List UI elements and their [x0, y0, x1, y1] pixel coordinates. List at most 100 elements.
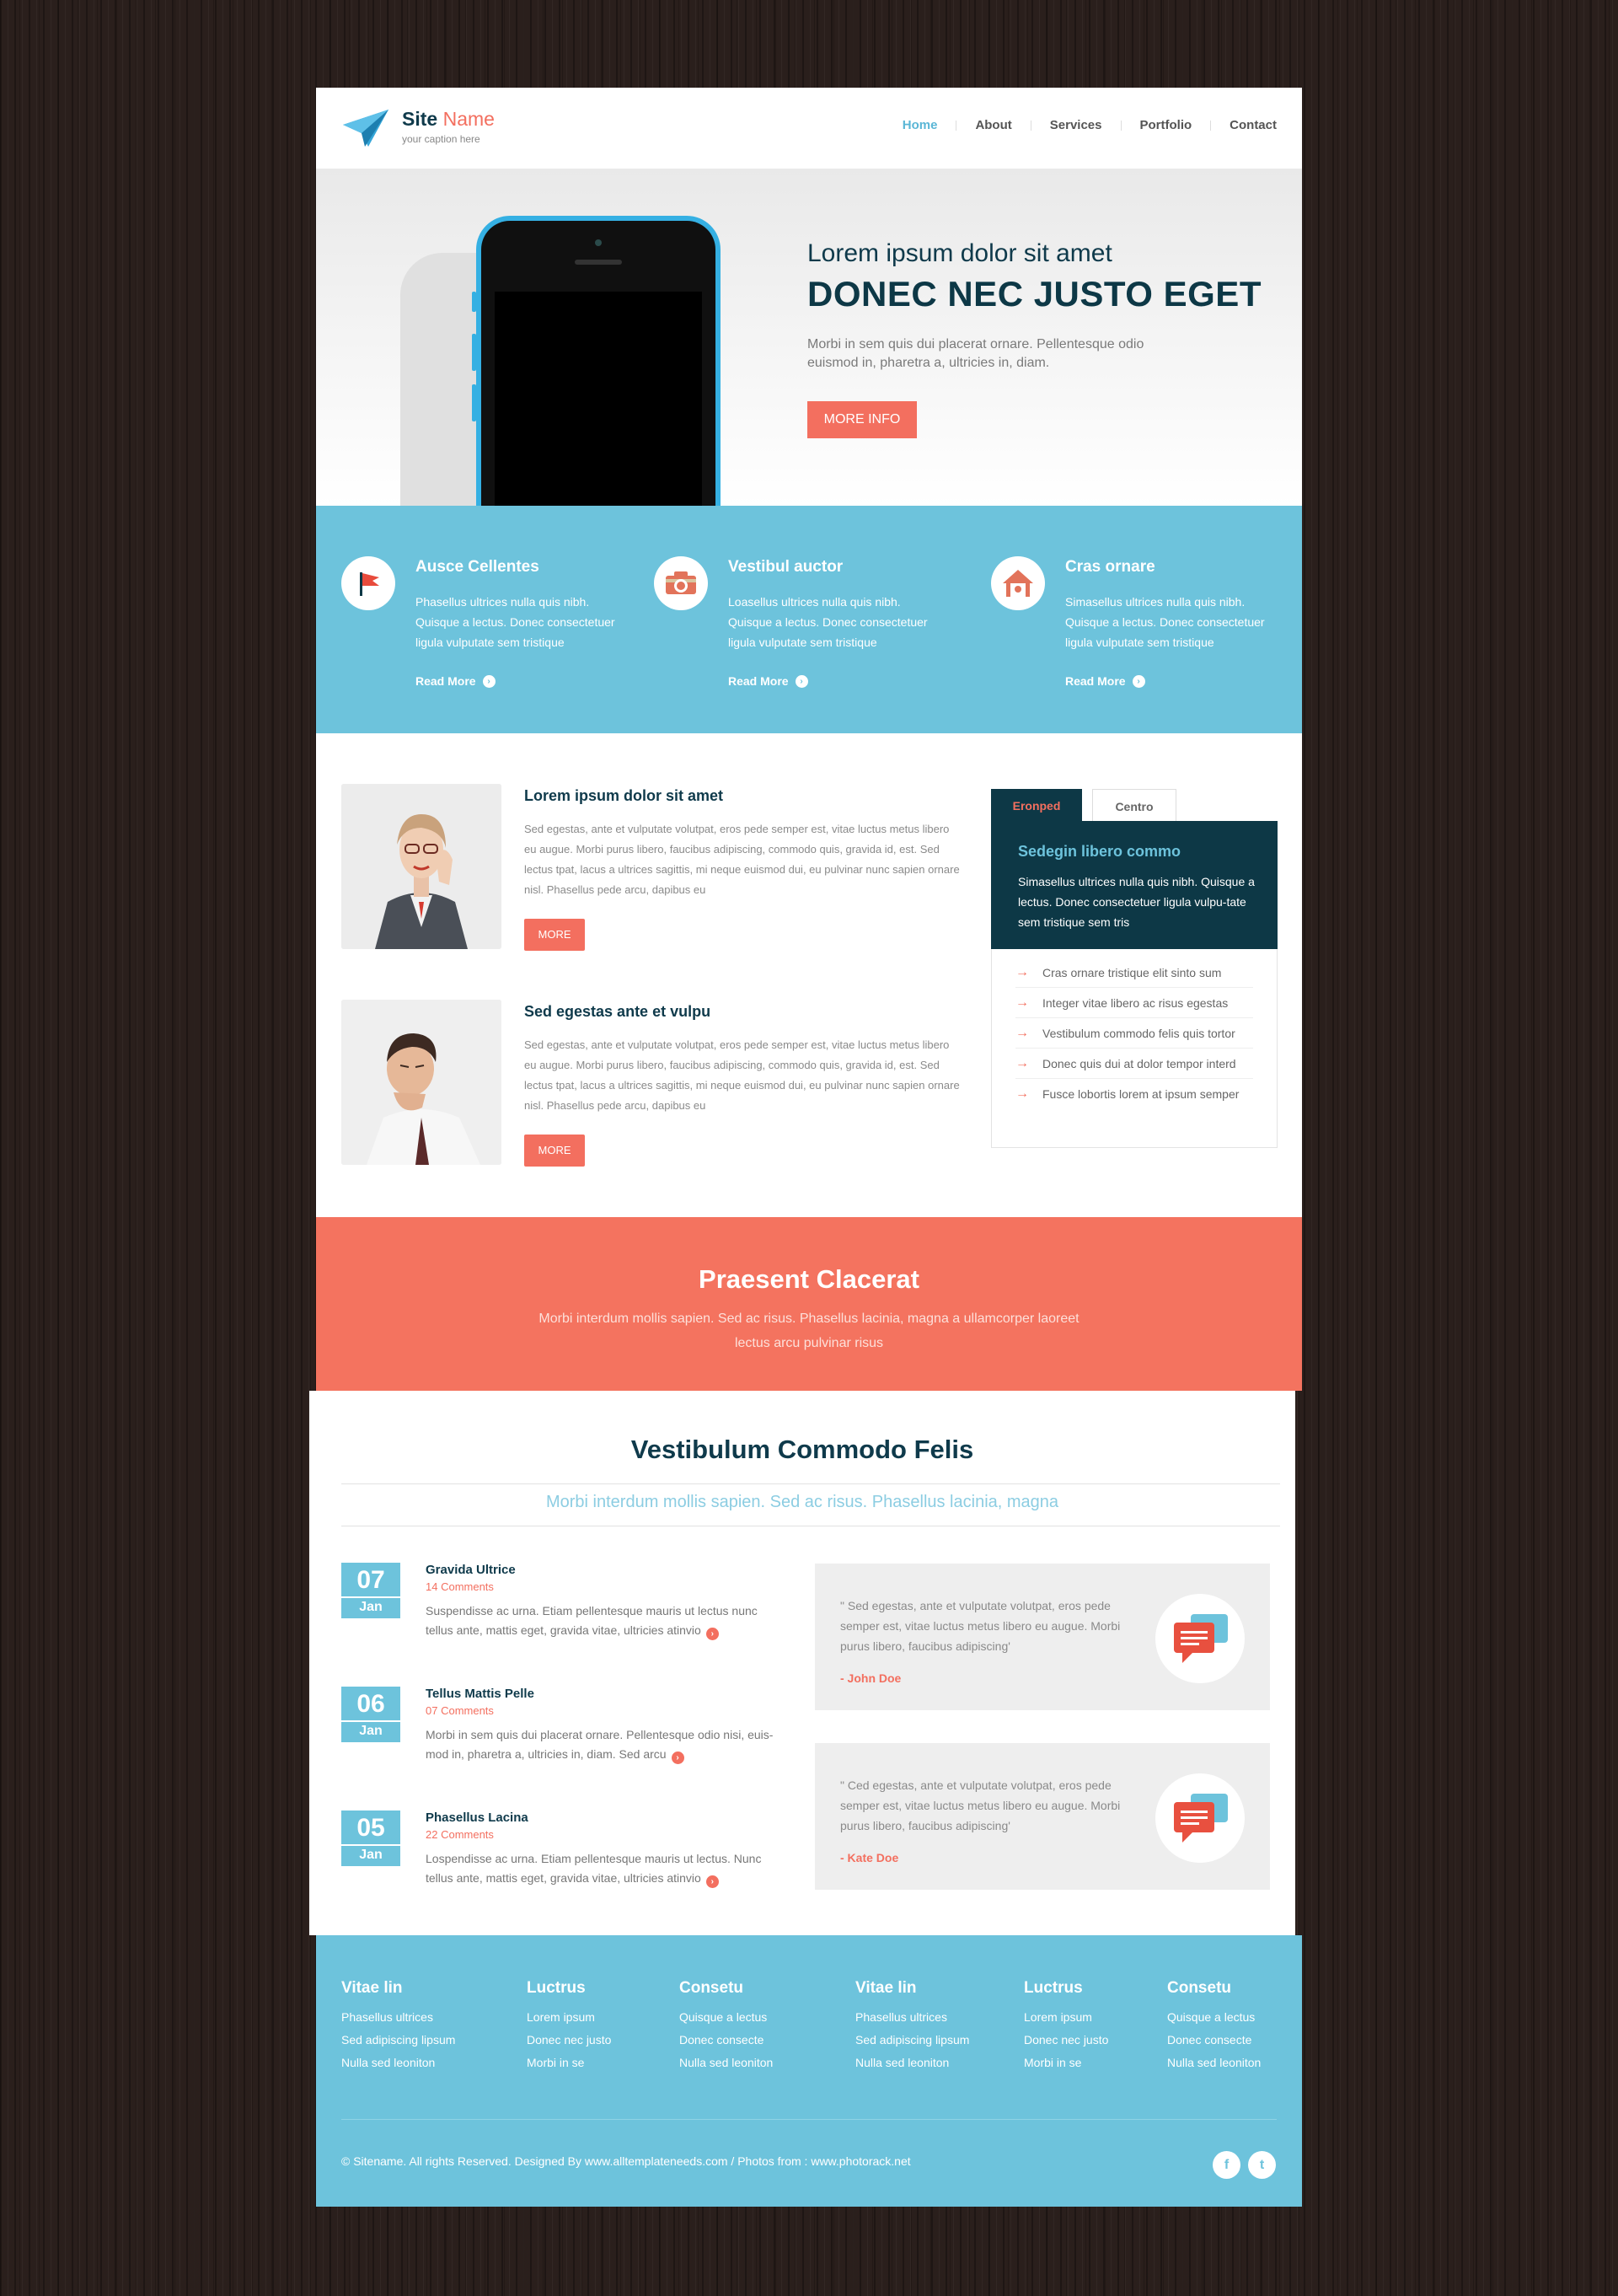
- footer-link[interactable]: Morbi in se: [527, 2052, 611, 2074]
- nav-about[interactable]: About: [956, 118, 1030, 132]
- hero-title: DONEC NEC JUSTO EGET: [807, 274, 1262, 314]
- testimonial-author: - Kate Doe: [840, 1851, 899, 1864]
- footer-link[interactable]: Lorem ipsum: [1024, 2006, 1108, 2029]
- arrow-right-icon[interactable]: ›: [705, 1628, 719, 1640]
- more-button[interactable]: MORE: [524, 1135, 585, 1167]
- footer-link[interactable]: Phasellus ultrices: [855, 2006, 969, 2029]
- more-button[interactable]: MORE: [524, 919, 585, 951]
- hero-section: Lorem ipsum dolor sit amet DONEC NEC JUS…: [316, 169, 1302, 506]
- chat-bubble-icon: [1155, 1594, 1245, 1683]
- camera-icon: [654, 556, 708, 610]
- comments-link[interactable]: 07 Comments: [426, 1704, 494, 1717]
- footer-column: Vitae lin Phasellus ultrices Sed adipisc…: [855, 1979, 969, 2074]
- list-item[interactable]: → Integer vitae libero ac risus egestas: [1015, 988, 1253, 1018]
- list-item[interactable]: → Cras ornare tristique elit sinto sum: [1015, 958, 1253, 988]
- feature-text: Simasellus ultrices nulla quis nibh. Qui…: [1065, 595, 1265, 649]
- footer-link[interactable]: Donec consecte: [679, 2029, 773, 2052]
- comments-link[interactable]: 22 Comments: [426, 1828, 494, 1841]
- phone-button: [472, 384, 476, 421]
- nav-portfolio[interactable]: Portfolio: [1122, 118, 1211, 132]
- footer-column-title: Vitae lin: [341, 1979, 403, 1997]
- main-nav: Home About Services Portfolio Contact: [884, 118, 1277, 132]
- footer-link[interactable]: Donec nec justo: [527, 2029, 611, 2052]
- date-badge: 06 Jan: [341, 1687, 400, 1742]
- paper-plane-icon: [343, 110, 388, 147]
- footer-column-title: Vitae lin: [855, 1979, 917, 1997]
- phone-image: [472, 216, 721, 506]
- list-item[interactable]: → Donec quis dui at dolor tempor interd: [1015, 1049, 1253, 1079]
- footer-link[interactable]: Donec consecte: [1167, 2029, 1261, 2052]
- banner-text: Morbi interdum mollis sapien. Sed ac ris…: [538, 1312, 1080, 1350]
- read-more-link[interactable]: Read More ›: [728, 674, 808, 688]
- banner-section: Praesent Clacerat Morbi interdum mollis …: [316, 1217, 1302, 1391]
- arrow-right-icon: ›: [482, 674, 496, 688]
- page: Site Name your caption here Home About S…: [309, 88, 1302, 2207]
- post-title: Sed egestas ante et vulpu: [524, 1003, 711, 1020]
- footer-column-title: Luctrus: [1024, 1979, 1083, 1997]
- footer-link[interactable]: Quisque a lectus: [1167, 2006, 1261, 2029]
- event-title[interactable]: Tellus Mattis Pelle: [426, 1687, 534, 1701]
- footer-column: Luctrus Lorem ipsum Donec nec justo Morb…: [527, 1979, 611, 2074]
- more-info-button[interactable]: MORE INFO: [807, 401, 917, 438]
- footer-link[interactable]: Morbi in se: [1024, 2052, 1108, 2074]
- section-subtitle: Morbi interdum mollis sapien. Sed ac ris…: [545, 1493, 1059, 1511]
- nav-home[interactable]: Home: [884, 118, 956, 132]
- comments-link[interactable]: 14 Comments: [426, 1580, 494, 1593]
- event-text: Lospendisse ac urna. Etiam pellentesque …: [426, 1852, 762, 1888]
- phone-screen: [495, 292, 702, 506]
- footer-column-title: Consetu: [1167, 1979, 1231, 1997]
- arrow-right-icon: ›: [1132, 674, 1145, 688]
- tab-eronped[interactable]: Eronped: [991, 789, 1082, 823]
- arrow-right-icon: ›: [795, 674, 808, 688]
- site-header: Site Name your caption here Home About S…: [316, 88, 1302, 169]
- arrow-right-icon[interactable]: ›: [671, 1752, 684, 1764]
- hero-text: Morbi in sem quis dui placerat ornare. P…: [807, 337, 1144, 370]
- arrow-icon: →: [1015, 1086, 1029, 1101]
- footer-link[interactable]: Sed adipiscing lipsum: [341, 2029, 455, 2052]
- list-item[interactable]: → Fusce lobortis lorem at ipsum semper: [1015, 1079, 1253, 1109]
- read-more-link[interactable]: Read More ›: [1065, 674, 1145, 688]
- phone-camera: [595, 239, 602, 246]
- feature-title: Cras ornare: [1065, 558, 1155, 576]
- facebook-icon[interactable]: f: [1213, 2151, 1240, 2179]
- feature-title: Ausce Cellentes: [415, 558, 539, 576]
- footer-column-title: Luctrus: [527, 1979, 586, 1997]
- footer-link[interactable]: Sed adipiscing lipsum: [855, 2029, 969, 2052]
- nav-services[interactable]: Services: [1031, 118, 1121, 132]
- footer-link[interactable]: Quisque a lectus: [679, 2006, 773, 2029]
- event-text: Morbi in sem quis dui placerat ornare. P…: [426, 1728, 774, 1764]
- arrow-icon: →: [1015, 1025, 1029, 1040]
- read-more-link[interactable]: Read More ›: [415, 674, 496, 688]
- tab-list: → Cras ornare tristique elit sinto sum → I…: [991, 949, 1278, 1148]
- footer-column: Vitae lin Phasellus ultrices Sed adipisc…: [341, 1979, 455, 2074]
- arrow-right-icon[interactable]: ›: [705, 1875, 719, 1888]
- divider: [341, 1483, 1280, 1484]
- hero-subtitle: Lorem ipsum dolor sit amet: [807, 239, 1112, 267]
- date-badge: 05 Jan: [341, 1811, 400, 1866]
- testimonial: " Sed egestas, ante et vulputate volutpa…: [815, 1564, 1270, 1710]
- nav-contact[interactable]: Contact: [1211, 118, 1277, 132]
- arrow-icon: →: [1015, 995, 1029, 1010]
- post-text: Sed egestas, ante et vulputate volutpat,…: [524, 823, 960, 896]
- site-footer: Vitae lin Phasellus ultrices Sed adipisc…: [316, 1935, 1302, 2207]
- site-name: Site Name: [402, 108, 495, 130]
- footer-link[interactable]: Nulla sed leoniton: [855, 2052, 969, 2074]
- twitter-icon[interactable]: t: [1248, 2151, 1276, 2179]
- footer-link[interactable]: Donec nec justo: [1024, 2029, 1108, 2052]
- event-title[interactable]: Phasellus Lacina: [426, 1811, 528, 1825]
- footer-column-title: Consetu: [679, 1979, 743, 1997]
- home-icon: [991, 556, 1045, 610]
- footer-link[interactable]: Nulla sed leoniton: [1167, 2052, 1261, 2074]
- footer-link[interactable]: Phasellus ultrices: [341, 2006, 455, 2029]
- tab-centro[interactable]: Centro: [1092, 789, 1176, 823]
- news-section: Vestibulum Commodo Felis Morbi interdum …: [309, 1391, 1295, 1935]
- testimonial-author: - John Doe: [840, 1671, 902, 1685]
- flag-icon: [341, 556, 395, 610]
- event-title[interactable]: Gravida Ultrice: [426, 1563, 516, 1577]
- footer-link[interactable]: Nulla sed leoniton: [341, 2052, 455, 2074]
- list-item[interactable]: → Vestibulum commodo felis quis tortor: [1015, 1018, 1253, 1049]
- feature-text: Loasellus ultrices nulla quis nibh. Quis…: [728, 595, 928, 649]
- footer-link[interactable]: Lorem ipsum: [527, 2006, 611, 2029]
- footer-column: Consetu Quisque a lectus Donec consecte …: [1167, 1979, 1261, 2074]
- footer-link[interactable]: Nulla sed leoniton: [679, 2052, 773, 2074]
